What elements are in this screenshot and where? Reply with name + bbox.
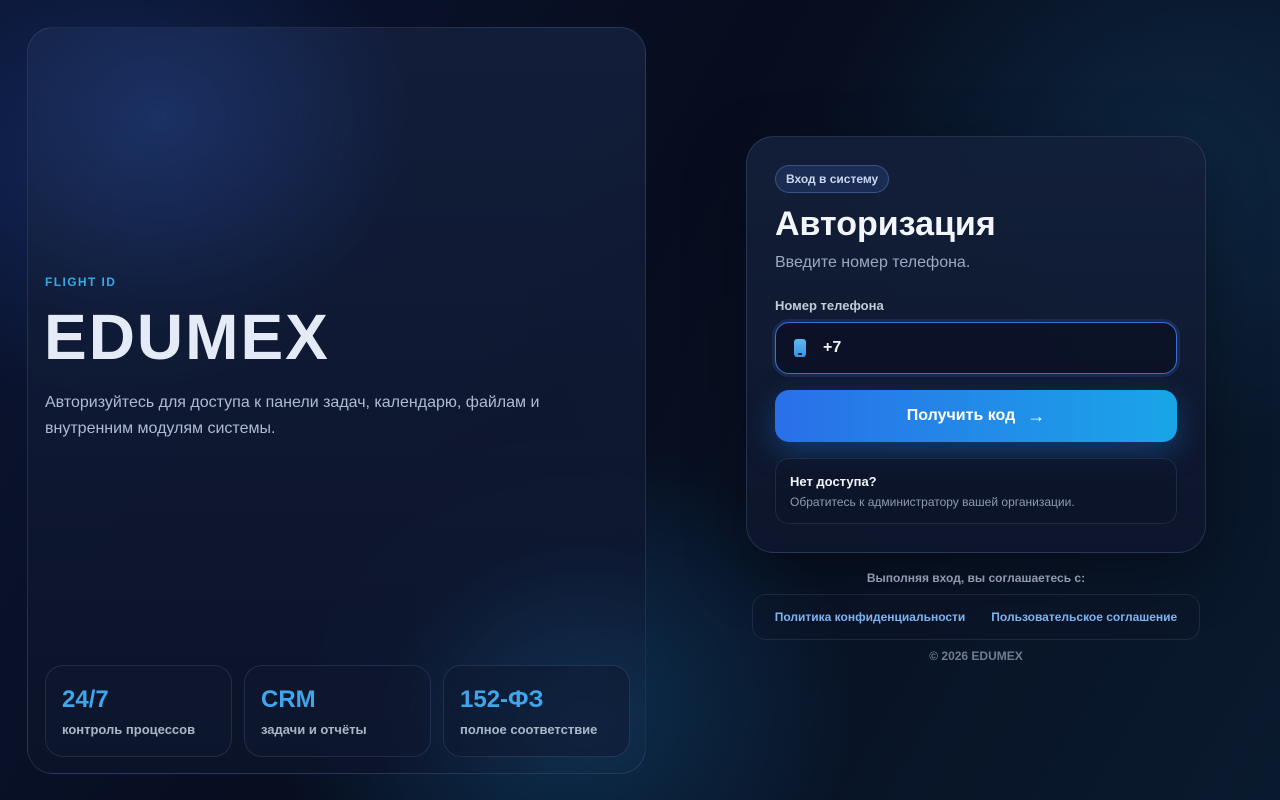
login-subtitle: Введите номер телефона.: [775, 254, 971, 271]
login-card: Вход в систему Авторизация Введите номер…: [746, 136, 1206, 553]
get-code-button[interactable]: Получить код →: [775, 390, 1177, 442]
phone-field[interactable]: [775, 322, 1177, 374]
stats-row: 24/7 контроль процессов CRM задачи и отч…: [45, 665, 630, 757]
no-access-text: Обратитесь к администратору вашей органи…: [790, 495, 1075, 509]
stat-card-uptime: 24/7 контроль процессов: [45, 665, 232, 757]
hero-title: EDUMEX: [44, 301, 330, 373]
no-access-title: Нет доступа?: [790, 474, 877, 489]
phone-label: Номер телефона: [775, 298, 884, 313]
stat-value: 152-ФЗ: [460, 686, 544, 713]
phone-input[interactable]: [823, 339, 1163, 357]
get-code-label: Получить код: [906, 407, 1016, 424]
stat-label: контроль процессов: [62, 722, 196, 737]
stat-card-compliance: 152-ФЗ полное соответствие: [443, 665, 630, 757]
hero-panel: FLIGHT ID EDUMEX Авторизуйтесь для досту…: [27, 27, 646, 774]
policy-links: Политика конфиденциальности Пользователь…: [752, 594, 1200, 640]
no-access-box: Нет доступа? Обратитесь к администратору…: [775, 458, 1177, 524]
stat-card-crm: CRM задачи и отчёты: [244, 665, 431, 757]
login-badge: Вход в систему: [775, 165, 890, 193]
privacy-policy-link[interactable]: Политика конфиденциальности: [775, 610, 966, 624]
stat-value: 24/7: [62, 686, 109, 713]
stat-label: задачи и отчёты: [261, 722, 367, 737]
agreement-text: Выполняя вход, вы соглашаетесь с:: [866, 571, 1086, 585]
stat-label: полное соответствие: [460, 722, 598, 737]
stat-value: CRM: [261, 686, 316, 713]
user-agreement-link[interactable]: Пользовательское соглашение: [991, 610, 1177, 624]
login-title: Авторизация: [775, 205, 996, 243]
arrow-right-icon: →: [1027, 406, 1046, 426]
hero-eyebrow: FLIGHT ID: [45, 275, 117, 289]
phone-icon: [794, 339, 806, 357]
copyright: © 2026 EDUMEX: [929, 649, 1023, 663]
hero-description: Авторизуйтесь для доступа к панели задач…: [45, 394, 540, 437]
